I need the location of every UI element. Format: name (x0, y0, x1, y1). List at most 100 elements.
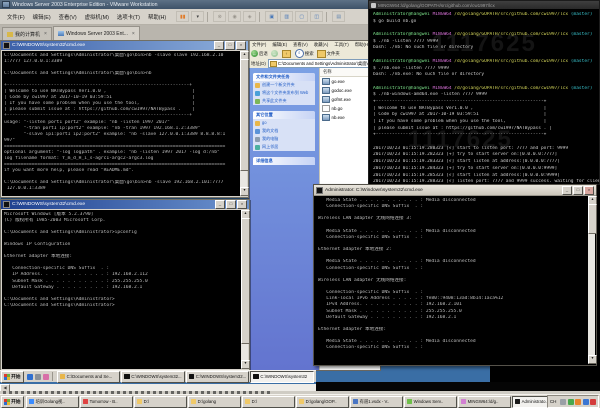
search-button[interactable]: ⌕ 搜索 (295, 49, 314, 58)
host-cmd-scrollbar[interactable]: ▲ ▼ (588, 196, 595, 364)
quick-launch-icon-0[interactable] (27, 374, 33, 380)
task-button-label: D:\golang\GOP.. (306, 399, 337, 404)
suspend-caret[interactable]: ▾ (191, 11, 204, 22)
quick-launch-icon-1[interactable] (35, 374, 41, 380)
maximize-button[interactable]: □ (226, 200, 236, 209)
host-task-button-2[interactable]: D:\ (134, 396, 187, 408)
back-button[interactable]: ← 后退 (251, 50, 268, 57)
share-folder-task[interactable]: 共享此文件夹 (253, 97, 315, 105)
vmware-menu-5[interactable]: 帮助(H) (144, 11, 170, 23)
cmd1-scrollbar[interactable]: ▲ ▼ (240, 51, 247, 196)
tab-close-icon[interactable]: × (44, 31, 47, 37)
quick-launch-icon-2[interactable] (43, 374, 49, 380)
tray-icon-4[interactable] (590, 399, 596, 405)
tray-icon-1[interactable] (568, 399, 574, 405)
vmware-hscrollbar[interactable]: ◀ (0, 384, 316, 391)
go-file-icon (322, 105, 330, 113)
maximize-button[interactable]: □ (225, 41, 235, 50)
file-name: go.exe (332, 79, 345, 84)
folders-button[interactable]: 文件夹 (317, 50, 340, 58)
publish-folder-task[interactable]: 将这个文件夹发布到 Web (253, 89, 315, 97)
vmware-menu-2[interactable]: 查看(V) (55, 11, 81, 23)
vm-task-button-2[interactable]: C:\WINDOWS\system32... (186, 371, 250, 383)
host-task-button-7[interactable]: Windows Serv.. (404, 396, 457, 408)
place-my-documents[interactable]: 我的文档 (253, 127, 315, 135)
host-task-button-8[interactable]: MINGW64:/d/g.. (458, 396, 511, 408)
task-label: 我的电脑 (262, 137, 278, 142)
host-cmd-title: Administrator: C:\Windows\system32\cmd.e… (325, 188, 423, 193)
task-pane-section-header[interactable]: 其它位置 (253, 111, 315, 119)
app-icon (353, 399, 359, 405)
fullscreen-button[interactable]: ▢ (295, 11, 308, 22)
task-pane-section-header[interactable]: 文件和文件夹任务 (253, 73, 315, 81)
explorer-menu-0[interactable]: 文件(F) (249, 41, 269, 48)
snapshot-button[interactable]: ◉ (228, 11, 241, 22)
vm-task-button-1[interactable]: C:\WINDOWS\system32... (121, 371, 185, 383)
host-task-button-1[interactable]: Tomorrow - B.. (80, 396, 133, 408)
up-button[interactable]: ↑ (282, 50, 292, 58)
revert-snapshot-button[interactable]: ◈ (243, 11, 256, 22)
vmware-tab-1[interactable]: Windows Server 2003 Ent...× (53, 26, 140, 40)
new-folder-task[interactable]: 创建一个新文件夹 (253, 81, 315, 89)
scroll-down-icon[interactable]: ▼ (588, 355, 597, 364)
vm-task-button-0[interactable]: C:\Documents and Se... (57, 371, 121, 383)
explorer-menu-1[interactable]: 编辑(E) (269, 41, 290, 48)
maximize-button[interactable]: □ (573, 186, 583, 195)
host-task-button-0[interactable]: 培训Golang视.. (26, 396, 79, 408)
tray-icon-2[interactable] (575, 399, 581, 405)
close-button[interactable]: × (584, 186, 594, 195)
explorer-menu-3[interactable]: 收藏(A) (311, 41, 332, 48)
host-task-button-4[interactable]: D:\ (242, 396, 295, 408)
tray-icon-3[interactable] (583, 399, 589, 405)
cmd2-scrollbar[interactable]: ▲ ▼ (241, 210, 248, 369)
language-indicator[interactable]: CH (550, 399, 557, 404)
vmware-menu-0[interactable]: 文件(F) (3, 11, 29, 23)
cmd1-titlebar[interactable]: C:\WINDOWS\system32\cmd.exe _ □ × (1, 41, 248, 50)
terminal-line: C:\Documents and Settings\Administrator> (4, 303, 241, 309)
tab-close-icon[interactable]: × (132, 31, 135, 37)
scroll-down-icon[interactable]: ▼ (241, 360, 250, 369)
unity-button[interactable]: ◫ (310, 11, 323, 22)
explorer-menu-2[interactable]: 查看(V) (290, 41, 311, 48)
explorer-task-pane: 文件和文件夹任务创建一个新文件夹将这个文件夹发布到 Web共享此文件夹其它位置 g… (249, 68, 319, 370)
gitbash-titlebar[interactable]: MINGW64:/d/golang/GOPATH/src/github.com/… (369, 1, 599, 9)
ctrl-alt-del-button[interactable]: ⊗ (213, 11, 226, 22)
host-start-button[interactable]: 开始 (1, 396, 24, 408)
minimize-button[interactable]: _ (562, 186, 572, 195)
new-folder-task-icon (255, 83, 260, 88)
vm-task-button-3[interactable]: C:\WINDOWS\system32 (250, 371, 314, 383)
close-button[interactable]: × (236, 41, 246, 50)
show-thumbnails-button[interactable]: ▥ (280, 11, 293, 22)
host-cmd-titlebar[interactable]: Administrator: C:\Windows\system32\cmd.e… (314, 185, 596, 196)
vm-start-button[interactable]: 开始 (1, 371, 24, 383)
host-task-button-5[interactable]: D:\golang\GOP.. (296, 396, 349, 408)
vmware-tab-0[interactable]: 我的计算机× (2, 27, 52, 40)
exe-file-icon (322, 87, 330, 95)
vmware-menu-4[interactable]: 选项卡(T) (113, 11, 144, 23)
cmd2-titlebar[interactable]: C:\WINDOWS\system32\cmd.exe _ □ × (1, 200, 249, 209)
tray-icon-0[interactable] (560, 399, 566, 405)
suspend-button[interactable]: ▮▮ (176, 11, 189, 22)
show-console-button[interactable]: ▣ (265, 11, 278, 22)
scroll-down-icon[interactable]: ▼ (240, 187, 249, 196)
place-my-computer[interactable]: 我的电脑 (253, 135, 315, 143)
address-field[interactable]: C:\Documents and Settings\Administrator\… (268, 59, 382, 68)
mingw-icon (371, 3, 376, 8)
vmware-menu-1[interactable]: 编辑(E) (29, 11, 55, 23)
vmware-menu-3[interactable]: 虚拟机(M) (81, 11, 113, 23)
host-task-button-9[interactable]: Administrato.. (512, 396, 547, 408)
forward-button[interactable]: → (271, 50, 279, 57)
place-go[interactable]: go (253, 119, 315, 127)
minimize-button[interactable]: _ (214, 41, 224, 50)
minimize-button[interactable]: _ (215, 200, 225, 209)
explorer-menu-4[interactable]: 工具(T) (331, 41, 351, 48)
host-task-button-6[interactable]: 有道1.vsdx - V.. (350, 396, 403, 408)
host-task-button-3[interactable]: D:\golang (188, 396, 241, 408)
task-label: go (262, 121, 267, 126)
terminal-line: | please submit issue at : https://githu… (373, 126, 599, 133)
library-button[interactable]: ▤ (332, 11, 345, 22)
place-my-documents-icon (255, 129, 260, 134)
place-network[interactable]: 网上邻居 (253, 143, 315, 151)
close-button[interactable]: × (237, 200, 247, 209)
task-pane-section-header[interactable]: 详细信息 (253, 157, 315, 165)
